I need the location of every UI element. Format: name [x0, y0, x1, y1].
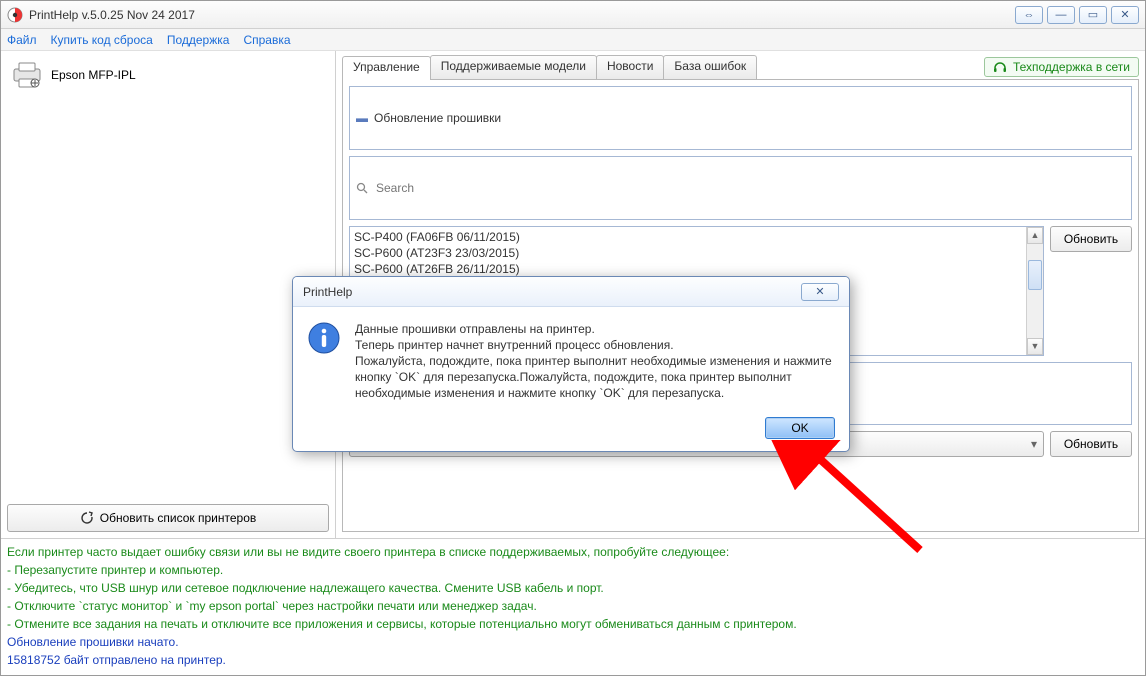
search-input[interactable] [374, 180, 1125, 196]
tab-errors[interactable]: База ошибок [663, 55, 757, 79]
hint-4: - Отмените все задания на печать и отклю… [7, 615, 1139, 633]
search-field[interactable] [349, 156, 1132, 220]
printer-row[interactable]: Epson MFP-IPL [7, 57, 329, 93]
dialog-titlebar: PrintHelp ✕ [293, 277, 849, 307]
dialog-line-1: Данные прошивки отправлены на принтер. [355, 321, 835, 337]
menu-file[interactable]: Файл [7, 33, 37, 47]
minus-icon: ▬ [356, 111, 368, 125]
headset-icon [993, 60, 1007, 74]
tabs: Управление Поддерживаемые модели Новости… [342, 55, 756, 79]
list-item[interactable]: SC-P600 (AT26FB 26/11/2015) [354, 261, 1022, 277]
left-pane: Epson MFP-IPL Обновить список принтеров [1, 51, 336, 538]
close-button[interactable]: ✕ [1111, 6, 1139, 24]
menu-support[interactable]: Поддержка [167, 33, 230, 47]
menu-help[interactable]: Справка [243, 33, 290, 47]
reverse-button[interactable]: ⇔ [1015, 6, 1043, 24]
update-firmware-button[interactable]: Обновить [1050, 431, 1132, 457]
menubar: Файл Купить код сброса Поддержка Справка [1, 29, 1145, 51]
maximize-button[interactable]: ▭ [1079, 6, 1107, 24]
update-list-button[interactable]: Обновить [1050, 226, 1132, 252]
printer-name: Epson MFP-IPL [51, 68, 136, 82]
scroll-thumb[interactable] [1028, 260, 1042, 290]
dialog-close-button[interactable]: ✕ [801, 283, 839, 301]
app-icon [7, 7, 23, 23]
firmware-section-label: Обновление прошивки [374, 111, 501, 125]
log-1: Обновление прошивки начато. [7, 633, 1139, 651]
tab-manage[interactable]: Управление [342, 56, 431, 80]
scroll-track[interactable] [1027, 244, 1043, 338]
info-dialog: PrintHelp ✕ Данные прошивки отправлены н… [292, 276, 850, 452]
firmware-section-field[interactable]: ▬ Обновление прошивки [349, 86, 1132, 150]
refresh-printers-button[interactable]: Обновить список принтеров [7, 504, 329, 532]
scroll-down-button[interactable]: ▼ [1027, 338, 1043, 355]
listbox-scrollbar[interactable]: ▲ ▼ [1026, 227, 1043, 355]
hint-3: - Отключите `статус монитор` и `my epson… [7, 597, 1139, 615]
dialog-text: Данные прошивки отправлены на принтер. Т… [355, 321, 835, 401]
dialog-line-3: Пожалуйста, подождите, пока принтер выпо… [355, 353, 835, 401]
support-online-label: Техподдержка в сети [1013, 60, 1130, 74]
app-window: PrintHelp v.5.0.25 Nov 24 2017 ⇔ — ▭ ✕ Ф… [0, 0, 1146, 676]
support-online-pill[interactable]: Техподдержка в сети [984, 57, 1139, 77]
hint-1: - Перезапустите принтер и компьютер. [7, 561, 1139, 579]
search-icon [356, 182, 368, 194]
titlebar: PrintHelp v.5.0.25 Nov 24 2017 ⇔ — ▭ ✕ [1, 1, 1145, 29]
scroll-up-button[interactable]: ▲ [1027, 227, 1043, 244]
footer: Если принтер часто выдает ошибку связи и… [1, 538, 1145, 675]
log-2: 15818752 байт отправлено на принтер. [7, 651, 1139, 669]
tab-models[interactable]: Поддерживаемые модели [430, 55, 597, 79]
list-item[interactable]: SC-P600 (AT23F3 23/03/2015) [354, 245, 1022, 261]
list-item[interactable]: SC-P400 (FA06FB 06/11/2015) [354, 229, 1022, 245]
chevron-down-icon: ▾ [1031, 437, 1037, 451]
menu-buy[interactable]: Купить код сброса [51, 33, 153, 47]
printer-icon [11, 61, 43, 89]
dialog-ok-button[interactable]: OK [765, 417, 835, 439]
refresh-printers-label: Обновить список принтеров [100, 511, 257, 525]
info-icon [307, 321, 341, 355]
window-title: PrintHelp v.5.0.25 Nov 24 2017 [29, 8, 195, 22]
minimize-button[interactable]: — [1047, 6, 1075, 24]
dialog-title: PrintHelp [303, 285, 801, 299]
tabs-row: Управление Поддерживаемые модели Новости… [342, 55, 1139, 79]
hint-intro: Если принтер часто выдает ошибку связи и… [7, 543, 1139, 561]
refresh-icon [80, 511, 94, 525]
dialog-line-2: Теперь принтер начнет внутренний процесс… [355, 337, 835, 353]
tab-news[interactable]: Новости [596, 55, 664, 79]
hint-2: - Убедитесь, что USB шнур или сетевое по… [7, 579, 1139, 597]
